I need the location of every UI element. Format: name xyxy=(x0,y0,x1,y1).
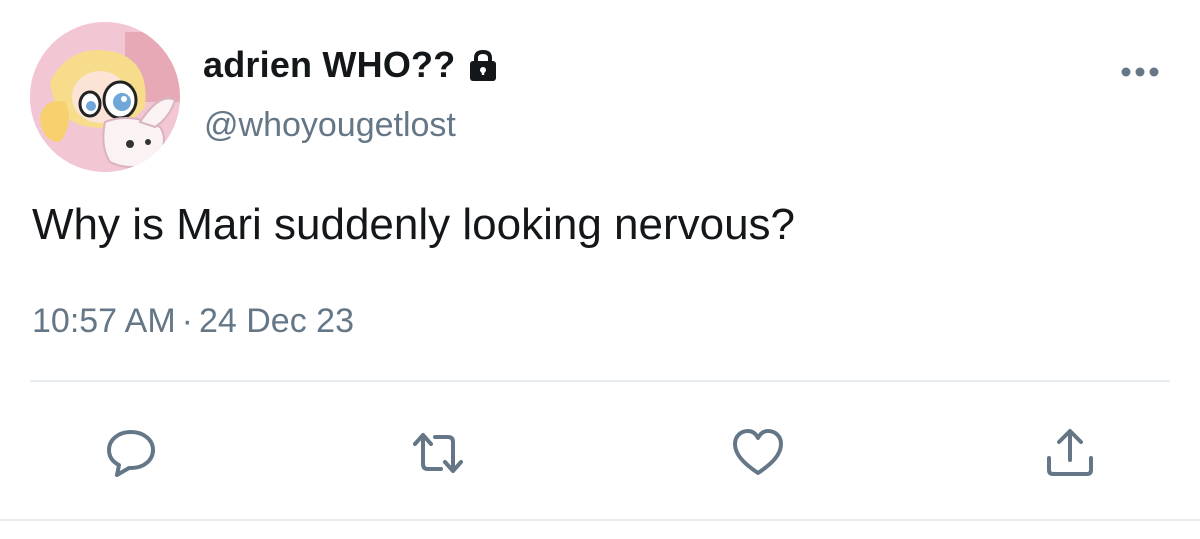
bottom-divider xyxy=(0,519,1200,521)
like-button[interactable] xyxy=(731,426,785,480)
author-row: adrien WHO?? xyxy=(203,42,501,88)
tweet-text: Why is Mari suddenly looking nervous? xyxy=(32,200,796,249)
meta-separator: · xyxy=(181,302,193,340)
user-handle[interactable]: @whoyougetlost xyxy=(204,106,456,145)
avatar[interactable] xyxy=(30,22,180,172)
reply-button[interactable] xyxy=(104,426,158,480)
tweet-date: 24 Dec 23 xyxy=(198,302,354,340)
display-name[interactable]: adrien WHO?? xyxy=(203,44,455,86)
share-button[interactable] xyxy=(1043,426,1097,480)
tweet-time: 10:57 AM xyxy=(32,302,176,340)
more-icon[interactable] xyxy=(1120,64,1160,80)
heart-icon xyxy=(733,429,783,475)
lock-icon xyxy=(465,47,501,83)
retweet-button[interactable] xyxy=(411,426,465,480)
reply-icon xyxy=(107,430,155,477)
divider xyxy=(30,380,1170,382)
retweet-icon xyxy=(413,433,463,473)
share-icon xyxy=(1047,429,1093,476)
tweet-timestamp[interactable]: 10:57 AM · 24 Dec 23 xyxy=(32,302,354,341)
tweet-card: adrien WHO?? @whoyougetlost Why is Mari … xyxy=(0,0,1200,539)
avatar-image xyxy=(30,22,180,172)
